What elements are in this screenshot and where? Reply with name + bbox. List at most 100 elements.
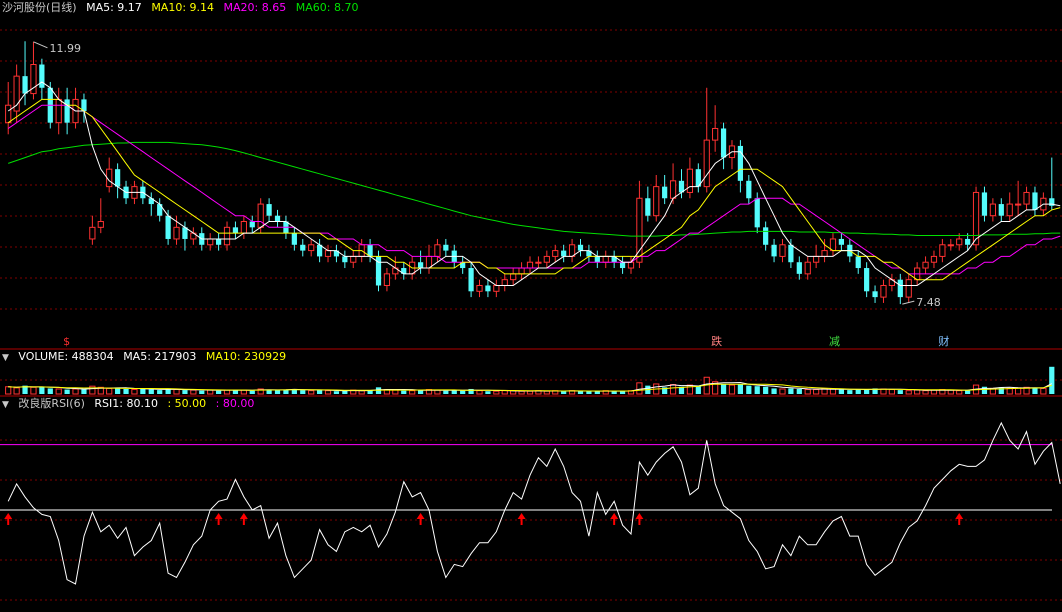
candle-body-down: [561, 250, 567, 257]
candle-body-up: [552, 250, 559, 257]
volume-bar-down: [788, 388, 794, 394]
volume-bar-down: [182, 390, 188, 394]
candle-body-down: [998, 204, 1004, 216]
volume-bar-down: [586, 391, 592, 394]
candle-body-down: [22, 76, 28, 94]
volume-bar-down: [998, 387, 1004, 394]
volume-bar-up: [324, 390, 332, 395]
volume-bar-down: [561, 391, 567, 394]
candle-body-down: [468, 268, 474, 292]
volume-bar-down: [796, 388, 802, 394]
candle-body-up: [703, 139, 710, 188]
ma60-label: MA60: 8.70: [295, 1, 359, 14]
volume-bar-up: [914, 389, 921, 395]
ma10-line: [7, 98, 1061, 281]
candle-body-up: [207, 238, 214, 246]
candle-body-down: [485, 285, 491, 292]
volume-bar-down: [123, 388, 129, 394]
volume-bar-up: [1040, 387, 1047, 395]
event-marker: $: [63, 335, 70, 348]
volume-bar-up: [888, 389, 895, 395]
candle-body-up: [922, 261, 929, 269]
candle-body-down: [855, 256, 861, 269]
candle-body-up: [89, 226, 96, 240]
candle-body-down: [872, 291, 878, 298]
rsi-title: 改良版RSI(6): [18, 397, 85, 410]
volume-bar-down: [695, 386, 701, 394]
volume-bar-down: [864, 389, 870, 394]
ma5-line: [7, 81, 1061, 286]
volume-bar-up: [240, 389, 247, 395]
volume-bar-down: [274, 390, 281, 394]
volume-panel-icon: ▼: [2, 353, 9, 363]
volume-bar-up: [1006, 387, 1013, 395]
candle-body-up: [956, 238, 963, 246]
ma5-label: MA5: 9.17: [86, 1, 142, 14]
rsi-line: [7, 421, 1061, 585]
volume-bar-up: [13, 387, 20, 395]
candle-body-down: [720, 128, 727, 158]
buy-arrow-icon: [214, 513, 223, 519]
candle-body-up: [350, 255, 357, 263]
candle-body-down: [417, 262, 424, 269]
rsi-level50-label: : 50.00: [167, 397, 207, 410]
volume-bar-up: [947, 389, 954, 395]
candle-body-up: [602, 255, 609, 263]
rsi-header: ▼ 改良版RSI(6) RSI1: 80.10 : 50.00 : 80.00: [2, 396, 260, 412]
high-pointer: [33, 41, 48, 49]
volume-bar-up: [493, 390, 500, 395]
volume-bar-up: [501, 390, 508, 395]
candle-body-up: [173, 226, 180, 240]
buy-arrow-icon: [955, 513, 964, 519]
volume-bar-up: [526, 390, 534, 395]
volume-bar-down: [771, 388, 777, 394]
candle-body-down: [249, 221, 255, 228]
candle-body-up: [434, 244, 441, 257]
buy-arrow-icon: [610, 513, 619, 519]
volume-bar-down: [611, 391, 617, 394]
volume-bar-down: [981, 386, 988, 394]
candle-body-up: [813, 255, 820, 263]
candle-body-down: [796, 262, 802, 274]
volume-bar-down: [249, 390, 255, 394]
volume-bar-down: [460, 390, 466, 394]
candle-body-up: [5, 104, 12, 124]
candle-body-down: [662, 186, 668, 199]
candle-body-down: [1032, 192, 1038, 210]
volume-bar-up: [409, 390, 416, 395]
volume-bar-up: [207, 389, 214, 395]
volume-bar-up: [821, 388, 828, 395]
volume-bar-down: [737, 384, 744, 394]
high-price-label: 11.99: [49, 42, 81, 55]
buy-arrow-icon: [416, 513, 425, 519]
candle-body-up: [308, 244, 315, 252]
volume-bar-up: [72, 388, 79, 395]
volume-bar-up: [392, 389, 399, 395]
volume-bar-down: [300, 390, 306, 394]
volume-bar-down: [333, 391, 340, 394]
volume-bar-down: [855, 389, 861, 394]
volume-bar-down: [81, 389, 87, 394]
rsi1-label: RSI1: 80.10: [94, 397, 158, 410]
volume-bar-up: [190, 389, 197, 395]
volume-bar-up: [106, 387, 113, 395]
volume-bar-down: [64, 389, 70, 394]
candle-body-down: [165, 215, 171, 239]
volume-bar-down: [1049, 366, 1055, 394]
volume-bar-down: [485, 391, 491, 394]
candle-body-up: [240, 221, 247, 234]
volume-bar-up: [5, 386, 12, 395]
candle-body-up: [257, 203, 264, 228]
candle-body-down: [754, 198, 760, 228]
candle-body-up: [972, 191, 980, 246]
volume-bar-down: [47, 388, 53, 394]
candle-body-up: [686, 168, 694, 193]
candle-body-up: [535, 261, 542, 264]
volume-bar-up: [30, 386, 37, 395]
event-marker: 减: [829, 335, 840, 348]
candle-body-up: [939, 244, 946, 257]
candle-body-up: [324, 250, 332, 257]
candle-body-up: [1015, 203, 1022, 206]
candle-body-down: [746, 180, 752, 199]
volume-bar-up: [829, 388, 837, 395]
